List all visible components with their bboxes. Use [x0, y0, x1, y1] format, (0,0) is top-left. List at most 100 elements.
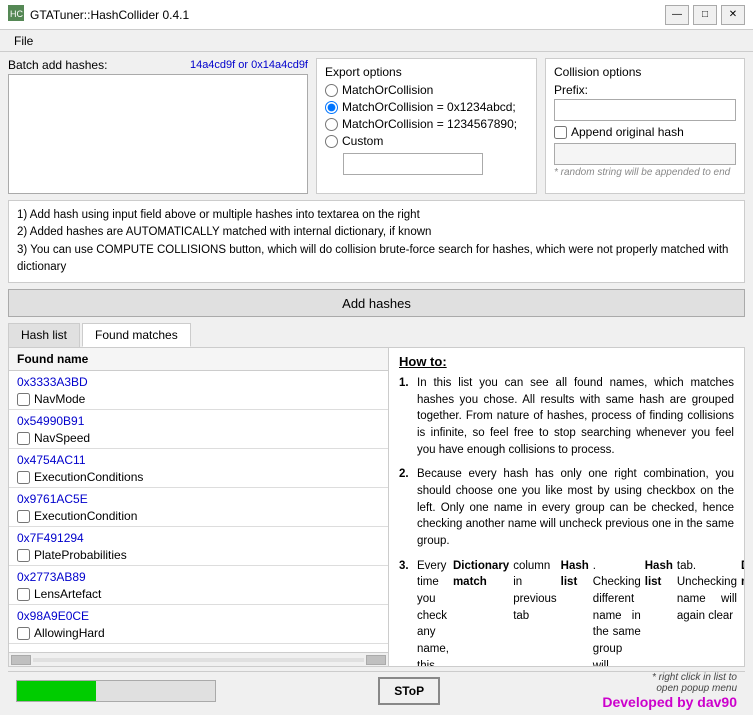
close-button[interactable]: ✕	[721, 5, 745, 25]
add-hashes-button[interactable]: Add hashes	[8, 289, 745, 317]
hash-list-hscrollbar[interactable]	[9, 652, 388, 666]
menu-bar: File	[0, 30, 753, 52]
hash-name-label: ExecutionCondition	[34, 509, 137, 523]
export-radio-2[interactable]	[325, 101, 338, 114]
hash-value: 0x98A9E0CE	[13, 607, 384, 625]
right-click-note: * right click in list to open popup menu	[652, 672, 737, 694]
hash-name-row: AllowingHard	[13, 625, 384, 641]
instructions: 1) Add hash using input field above or m…	[8, 200, 745, 283]
export-radio-4-label: Custom	[342, 134, 383, 148]
prefix-input[interactable]: collision_	[554, 99, 736, 121]
bottom-bar: SToP * right click in list to open popup…	[8, 671, 745, 709]
howto-item-2: Because every hash has only one right co…	[399, 466, 734, 549]
dev-credit: Developed by dav90	[602, 694, 737, 710]
export-radio-1-row: MatchOrCollision	[325, 83, 528, 97]
export-options-title: Export options	[325, 65, 528, 79]
export-radio-3-row: MatchOrCollision = 1234567890;	[325, 117, 528, 131]
export-custom-input[interactable]: [name] = 0x[hexhash];	[343, 153, 483, 175]
hash-name-row: ExecutionCondition	[13, 508, 384, 524]
batch-textarea[interactable]	[8, 74, 308, 194]
random-note: * random string will be appended to end	[554, 167, 736, 178]
append-checkbox[interactable]	[554, 126, 567, 139]
hash-list-panel: Found name 0x3333A3BD NavMode 0x54990B91…	[9, 348, 389, 666]
list-item: 0x7F491294 PlateProbabilities	[9, 527, 388, 565]
export-radio-4-row: Custom	[325, 134, 528, 148]
hash-checkbox[interactable]	[17, 510, 30, 523]
hash-value: 0x54990B91	[13, 412, 384, 430]
hash-name-label: NavMode	[34, 392, 85, 406]
howto-list: In this list you can see all found names…	[399, 375, 734, 666]
hash-value: 0x9761AC5E	[13, 490, 384, 508]
batch-label: Batch add hashes:	[8, 58, 107, 72]
hash-checkbox[interactable]	[17, 471, 30, 484]
tab-hash-list[interactable]: Hash list	[8, 323, 80, 347]
export-radio-2-row: MatchOrCollision = 0x1234abcd;	[325, 100, 528, 114]
menu-file[interactable]: File	[6, 32, 41, 50]
list-item: 0x2773AB89 LensArtefact	[9, 566, 388, 604]
export-radio-4[interactable]	[325, 135, 338, 148]
howto-panel: How to: In this list you can see all fou…	[389, 348, 744, 666]
instruction-3: 3) You can use COMPUTE COLLISIONS button…	[17, 242, 736, 277]
batch-hint: 14a4cd9f or 0x14a4cd9f	[190, 59, 308, 71]
hash-name-label: AllowingHard	[34, 626, 105, 640]
hash-name-label: ExecutionConditions	[34, 470, 143, 484]
instruction-2: 2) Added hashes are AUTOMATICALLY matche…	[17, 224, 736, 241]
list-item: 0x98A9E0CE AllowingHard	[9, 605, 388, 643]
hash-checkbox[interactable]	[17, 588, 30, 601]
hash-checkbox[interactable]	[17, 627, 30, 640]
export-radio-3-label: MatchOrCollision = 1234567890;	[342, 117, 517, 131]
hash-checkbox[interactable]	[17, 393, 30, 406]
hash-value: 0x7F491294	[13, 529, 384, 547]
tabs: Hash list Found matches	[8, 323, 745, 347]
hash-list-header: Found name	[9, 348, 388, 371]
collision-options-title: Collision options	[554, 65, 736, 79]
hash-name-label: NavSpeed	[34, 431, 90, 445]
howto-title: How to:	[399, 354, 734, 369]
tab-found-matches[interactable]: Found matches	[82, 323, 191, 347]
title-bar-controls: — □ ✕	[665, 5, 745, 25]
collision-options-box: Collision options Prefix: collision_ App…	[545, 58, 745, 194]
hash-name-label: LensArtefact	[34, 587, 101, 601]
hash-checkbox[interactable]	[17, 432, 30, 445]
list-item: 0x4754AC11 ExecutionConditions	[9, 449, 388, 487]
list-item: 0x9761AC5E ExecutionCondition	[9, 488, 388, 526]
hash-name-label: PlateProbabilities	[34, 548, 127, 562]
title-bar-title: GTATuner::HashCollider 0.4.1	[30, 8, 189, 22]
hash-value: 0x3333A3BD	[13, 373, 384, 391]
batch-label-row: Batch add hashes: 14a4cd9f or 0x14a4cd9f	[8, 58, 308, 72]
hash-value: 0x2773AB89	[13, 568, 384, 586]
main-content: Batch add hashes: 14a4cd9f or 0x14a4cd9f…	[0, 52, 753, 715]
hash-name-row: LensArtefact	[13, 586, 384, 602]
list-item: 0x3333A3BD NavMode	[9, 371, 388, 409]
preview-input: [prefix][hash]_	[554, 143, 736, 165]
title-bar: HC GTATuner::HashCollider 0.4.1 — □ ✕	[0, 0, 753, 30]
export-radio-2-label: MatchOrCollision = 0x1234abcd;	[342, 100, 516, 114]
append-label: Append original hash	[571, 125, 684, 139]
hash-checkbox[interactable]	[17, 549, 30, 562]
top-row: Batch add hashes: 14a4cd9f or 0x14a4cd9f…	[8, 58, 745, 194]
progress-bar-fill	[17, 681, 96, 701]
maximize-button[interactable]: □	[693, 5, 717, 25]
tab-content: Found name 0x3333A3BD NavMode 0x54990B91…	[8, 347, 745, 667]
export-options-box: Export options MatchOrCollision MatchOrC…	[316, 58, 537, 194]
svg-text:HC: HC	[10, 9, 23, 19]
hash-value: 0x4754AC11	[13, 451, 384, 469]
export-radio-1[interactable]	[325, 84, 338, 97]
stop-button[interactable]: SToP	[378, 677, 440, 705]
hash-name-row: PlateProbabilities	[13, 547, 384, 563]
hash-name-row: NavMode	[13, 391, 384, 407]
progress-bar-container	[16, 680, 216, 702]
batch-area: Batch add hashes: 14a4cd9f or 0x14a4cd9f	[8, 58, 308, 194]
minimize-button[interactable]: —	[665, 5, 689, 25]
title-bar-left: HC GTATuner::HashCollider 0.4.1	[8, 5, 189, 24]
hash-list-scroll[interactable]: 0x3333A3BD NavMode 0x54990B91 NavSpeed	[9, 371, 388, 652]
hash-name-row: ExecutionConditions	[13, 469, 384, 485]
howto-item-3: Every time you check any name, this name…	[399, 558, 734, 666]
list-item: 0x54990B91 NavSpeed	[9, 410, 388, 448]
append-row: Append original hash	[554, 125, 736, 139]
prefix-label: Prefix:	[554, 83, 736, 97]
howto-item-1: In this list you can see all found names…	[399, 375, 734, 458]
app-icon: HC	[8, 5, 24, 24]
export-radio-3[interactable]	[325, 118, 338, 131]
export-radio-1-label: MatchOrCollision	[342, 83, 433, 97]
